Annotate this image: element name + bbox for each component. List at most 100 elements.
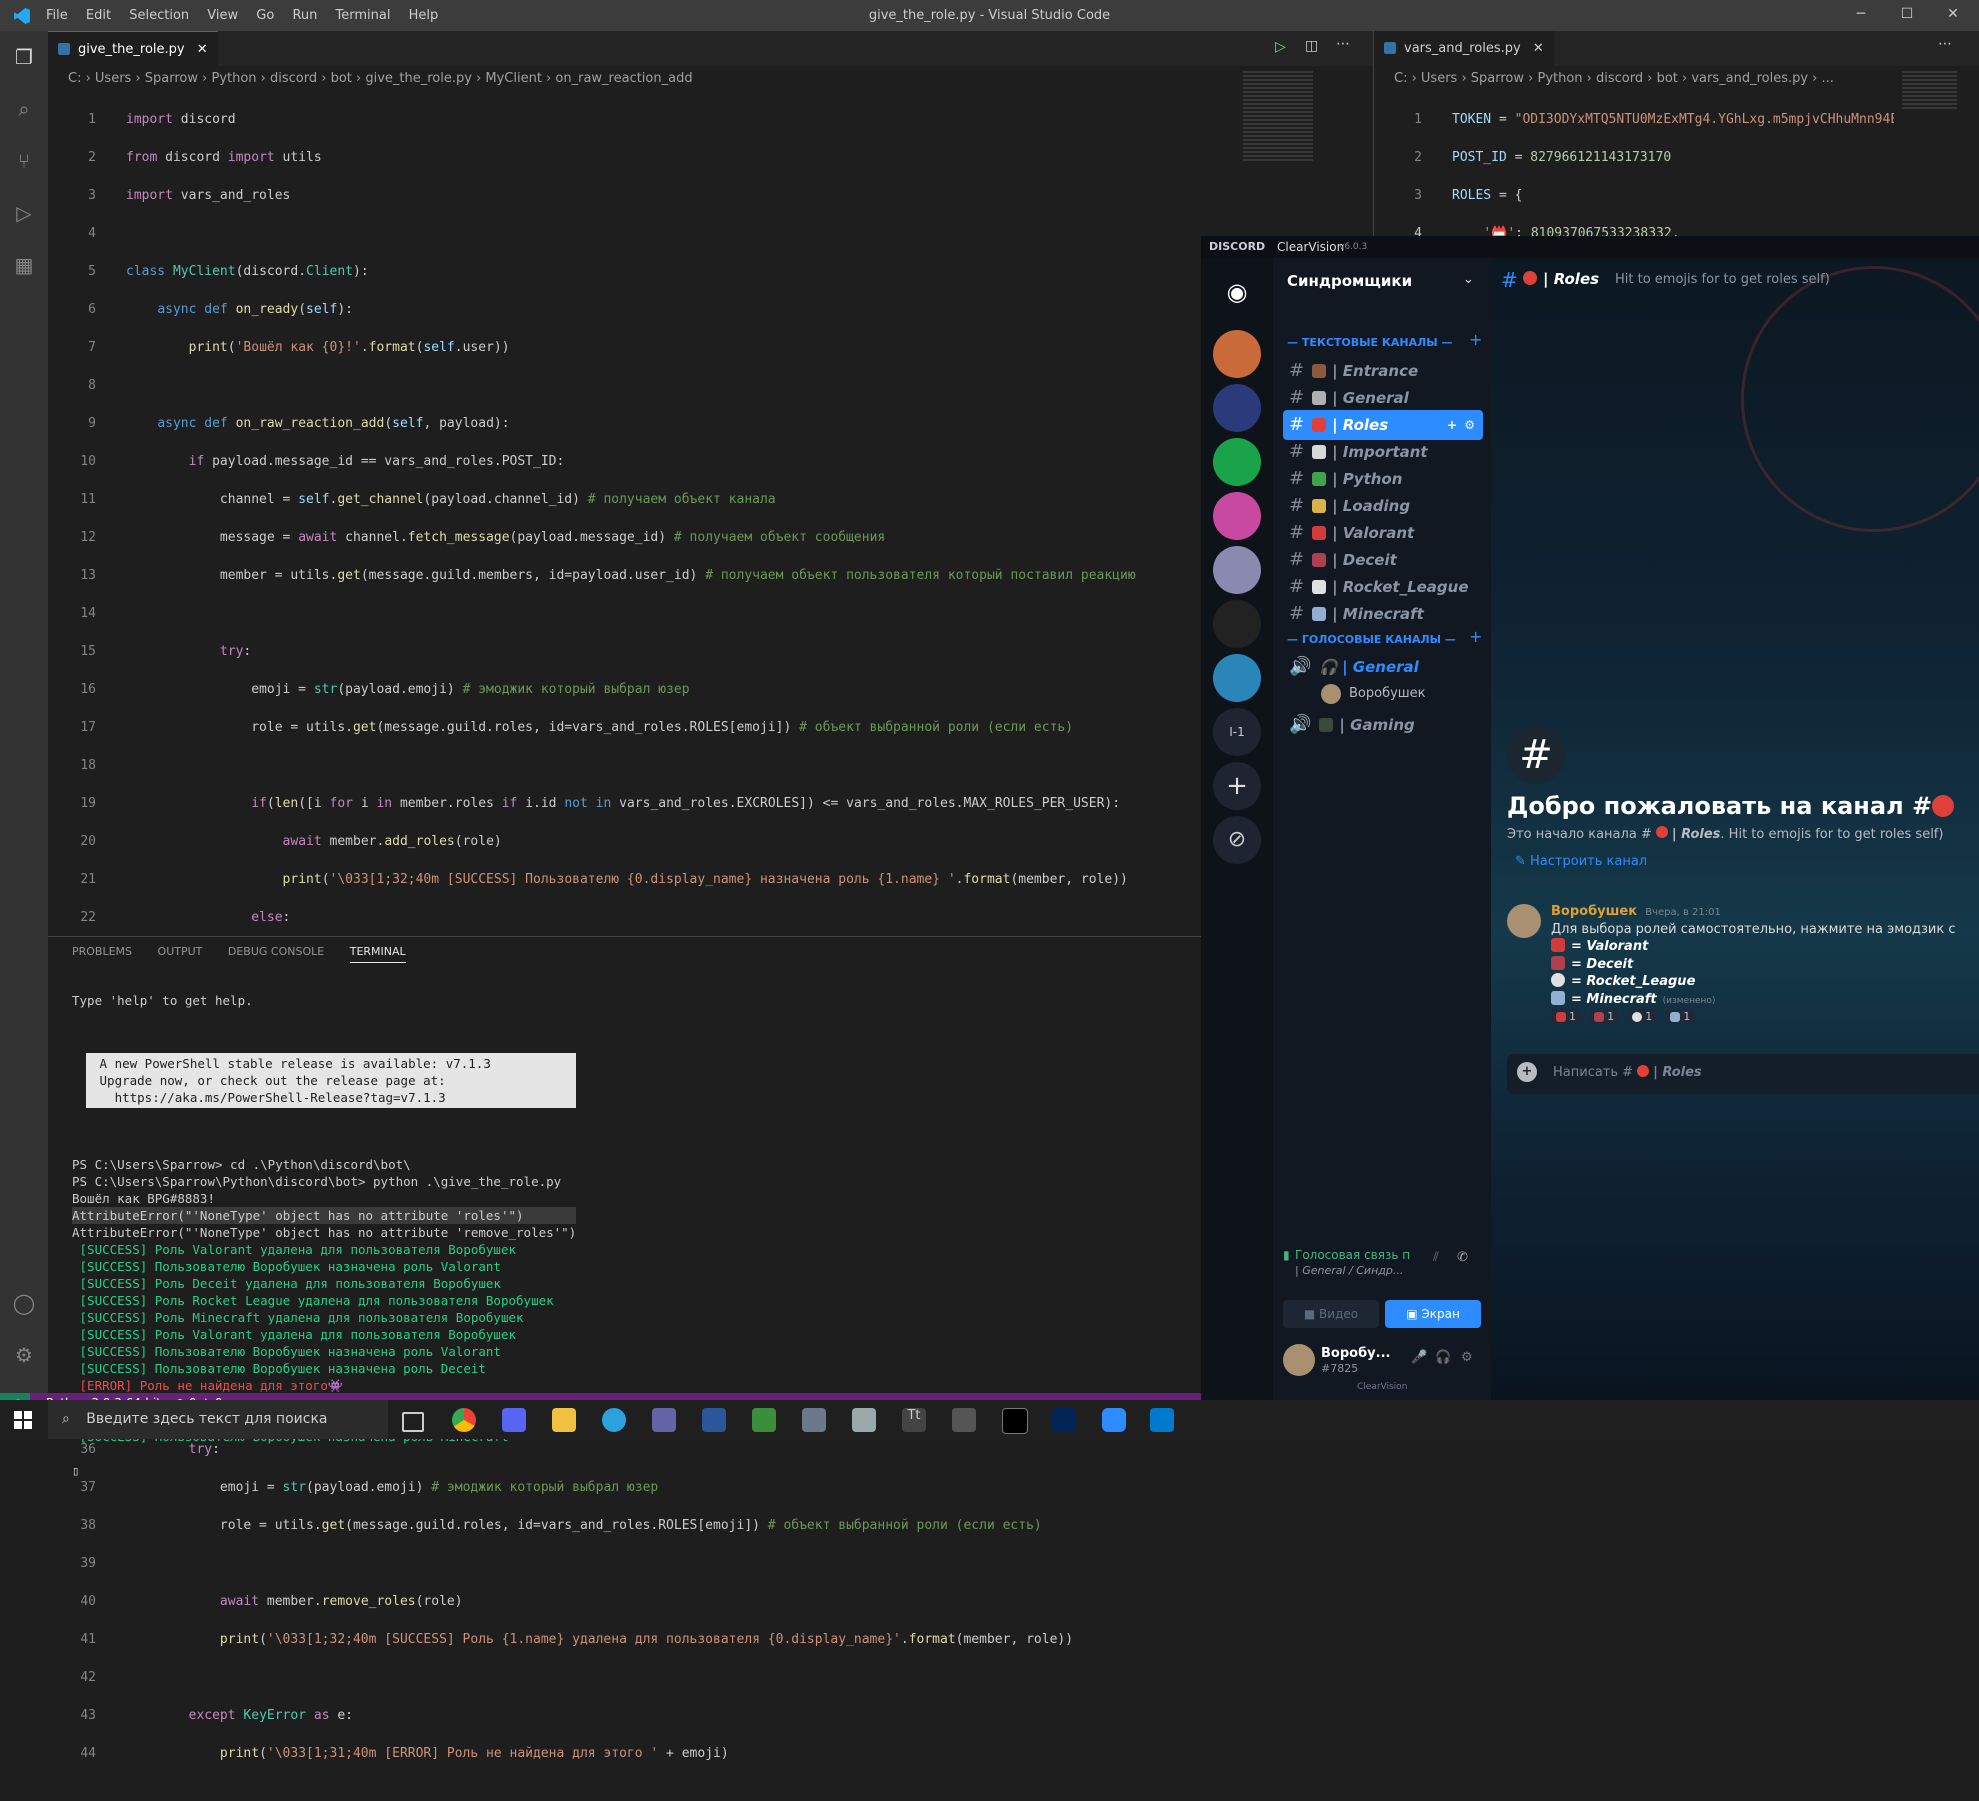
avatar[interactable] <box>1283 1344 1315 1376</box>
minimap[interactable] <box>1243 71 1313 161</box>
text-channel-item[interactable]: # | Minecraft <box>1283 599 1483 629</box>
text-channel-item[interactable]: # | Roles + ⚙ <box>1283 410 1483 440</box>
more-actions-icon[interactable]: ⋯ <box>1938 36 1952 52</box>
task-view-icon[interactable] <box>402 1412 424 1432</box>
breadcrumb-right[interactable]: C: › Users › Sparrow › Python › discord … <box>1394 71 1834 86</box>
close-tab-icon[interactable]: ✕ <box>197 42 208 57</box>
server-icon[interactable] <box>1213 654 1261 702</box>
search-icon[interactable]: ⌕ <box>12 97 36 121</box>
avatar[interactable] <box>1507 904 1541 938</box>
text-channel-item[interactable]: # | Important <box>1283 437 1483 467</box>
discord-home-icon[interactable]: ◉ <box>1213 268 1261 316</box>
network-icon[interactable] <box>802 1408 826 1432</box>
server-icon[interactable] <box>1213 330 1261 378</box>
close-icon[interactable]: ✕ <box>1930 6 1976 22</box>
app-icon[interactable] <box>752 1408 776 1432</box>
telegram-icon[interactable] <box>602 1408 626 1432</box>
channel-emoji-icon <box>1312 553 1327 567</box>
discord-icon[interactable] <box>502 1408 526 1432</box>
voice-user-name[interactable]: Воробушек <box>1349 686 1426 701</box>
disconnect-icon[interactable]: ✆ <box>1457 1250 1468 1265</box>
gear-icon[interactable]: ⚙ <box>1461 1350 1473 1365</box>
minimize-icon[interactable]: ─ <box>1838 6 1884 22</box>
text-channel-item[interactable]: # | Loading <box>1283 491 1483 521</box>
windows-start-icon[interactable] <box>14 1411 32 1429</box>
text-channel-item[interactable]: # | Python <box>1283 464 1483 494</box>
server-icon[interactable] <box>1213 546 1261 594</box>
add-channel-icon[interactable]: + <box>1469 330 1482 349</box>
word-icon[interactable] <box>702 1408 726 1432</box>
close-tab-icon[interactable]: ✕ <box>1533 41 1544 56</box>
account-icon[interactable]: ◯ <box>12 1291 36 1315</box>
app-icon[interactable] <box>852 1408 876 1432</box>
text-channel-item[interactable]: # | Deceit <box>1283 545 1483 575</box>
reaction-valorant[interactable]: 1 <box>1551 1009 1581 1024</box>
file-explorer-icon[interactable] <box>552 1408 576 1432</box>
recycle-server-icon[interactable] <box>1213 438 1261 486</box>
reaction-rocket-league[interactable]: 1 <box>1627 1009 1658 1024</box>
add-attachment-icon[interactable]: + <box>1517 1062 1537 1082</box>
run-icon[interactable]: ▷ <box>1275 39 1286 55</box>
category-text-channels[interactable]: — ТЕКСТОВЫЕ КАНАЛЫ — <box>1287 336 1453 349</box>
add-channel-icon[interactable]: + <box>1469 627 1482 646</box>
invite-icon[interactable]: + <box>1447 410 1457 440</box>
text-channel-item[interactable]: # | Valorant <box>1283 518 1483 548</box>
server-header[interactable]: Синдромщики ⌄ <box>1273 258 1491 306</box>
gear-icon[interactable]: ⚙ <box>1464 410 1475 440</box>
channel-name: | Rocket_League <box>1332 578 1469 596</box>
terminal-icon[interactable] <box>1002 1408 1028 1434</box>
teams-icon[interactable] <box>652 1408 676 1432</box>
terminal-cursor: ▯ <box>72 1463 80 1478</box>
message-author[interactable]: Воробушек <box>1551 904 1637 919</box>
tab-output[interactable]: OUTPUT <box>158 945 203 958</box>
breadcrumb[interactable]: C: › Users › Sparrow › Python › discord … <box>68 71 693 86</box>
chrome-icon[interactable] <box>452 1408 476 1432</box>
tab-debug-console[interactable]: DEBUG CONSOLE <box>228 945 324 958</box>
tab-vars-and-roles[interactable]: vars_and_roles.py ✕ <box>1374 31 1554 66</box>
screen-share-button[interactable]: ▣ Экран <box>1385 1300 1481 1328</box>
more-actions-icon[interactable]: ⋯ <box>1336 36 1350 52</box>
server-icon[interactable]: I-1 <box>1213 708 1261 756</box>
video-button[interactable]: ■ Видео <box>1283 1300 1379 1328</box>
message-header: Воробушек Вчера, в 21:01 <box>1551 904 1721 919</box>
reaction-minecraft[interactable]: 1 <box>1665 1009 1696 1024</box>
vscode-taskbar-icon[interactable] <box>1150 1408 1174 1432</box>
extensions-icon[interactable]: ▦ <box>12 253 36 277</box>
zoom-icon[interactable] <box>1102 1408 1126 1432</box>
maximize-icon[interactable]: ☐ <box>1884 6 1930 22</box>
gear-icon[interactable]: ⚙ <box>12 1343 36 1367</box>
reaction-deceit[interactable]: 1 <box>1589 1009 1620 1024</box>
explore-icon[interactable]: ⊘ <box>1213 816 1261 864</box>
text-channel-item[interactable]: # | General <box>1283 383 1483 413</box>
channel-hash-icon: # <box>1289 549 1305 570</box>
add-server-icon[interactable]: + <box>1213 762 1261 810</box>
voice-status-title[interactable]: Голосовая связь п <box>1295 1248 1410 1262</box>
font-icon[interactable]: Tt <box>902 1408 926 1432</box>
category-voice-channels[interactable]: — ГОЛОСОВЫЕ КАНАЛЫ — <box>1287 633 1456 646</box>
server-icon[interactable] <box>1213 384 1261 432</box>
channel-topic[interactable]: Hit to emojis for to get roles self) <box>1615 272 1830 287</box>
voice-channel-general[interactable]: 🔊 🎧 | General <box>1283 652 1483 682</box>
source-control-icon[interactable]: ⑂ <box>12 149 36 173</box>
voice-channel-gaming[interactable]: 🔊 | Gaming <box>1283 710 1483 740</box>
calculator-icon[interactable] <box>952 1408 976 1432</box>
microphone-icon[interactable]: 🎤 <box>1411 1350 1427 1365</box>
terminal-line: AttributeError("'NoneType' object has no… <box>72 1225 577 1240</box>
tab-give-the-role[interactable]: give_the_role.py ✕ <box>48 31 218 67</box>
taskbar-search[interactable]: ⌕ Введите здесь текст для поиска <box>48 1400 388 1439</box>
server-icon[interactable] <box>1213 492 1261 540</box>
text-channel-item[interactable]: # | Rocket_League <box>1283 572 1483 602</box>
headphones-icon[interactable]: 🎧 <box>1435 1350 1451 1365</box>
run-debug-icon[interactable]: ▷ <box>12 201 36 225</box>
text-channel-item[interactable]: # | Entrance <box>1283 356 1483 386</box>
powershell-icon[interactable] <box>1052 1408 1076 1432</box>
tab-terminal[interactable]: TERMINAL <box>349 945 406 963</box>
explorer-icon[interactable]: ❐ <box>12 45 36 69</box>
noise-suppression-icon[interactable]: ⫽ <box>1433 1250 1439 1265</box>
server-icon[interactable] <box>1213 600 1261 648</box>
message-input[interactable]: + Написать # | Roles <box>1507 1054 1979 1094</box>
split-editor-icon[interactable]: ◫ <box>1305 38 1318 54</box>
minimap-right[interactable] <box>1902 71 1957 111</box>
setup-channel-link[interactable]: ✎ Настроить канал <box>1515 854 1647 869</box>
tab-problems[interactable]: PROBLEMS <box>72 945 132 958</box>
